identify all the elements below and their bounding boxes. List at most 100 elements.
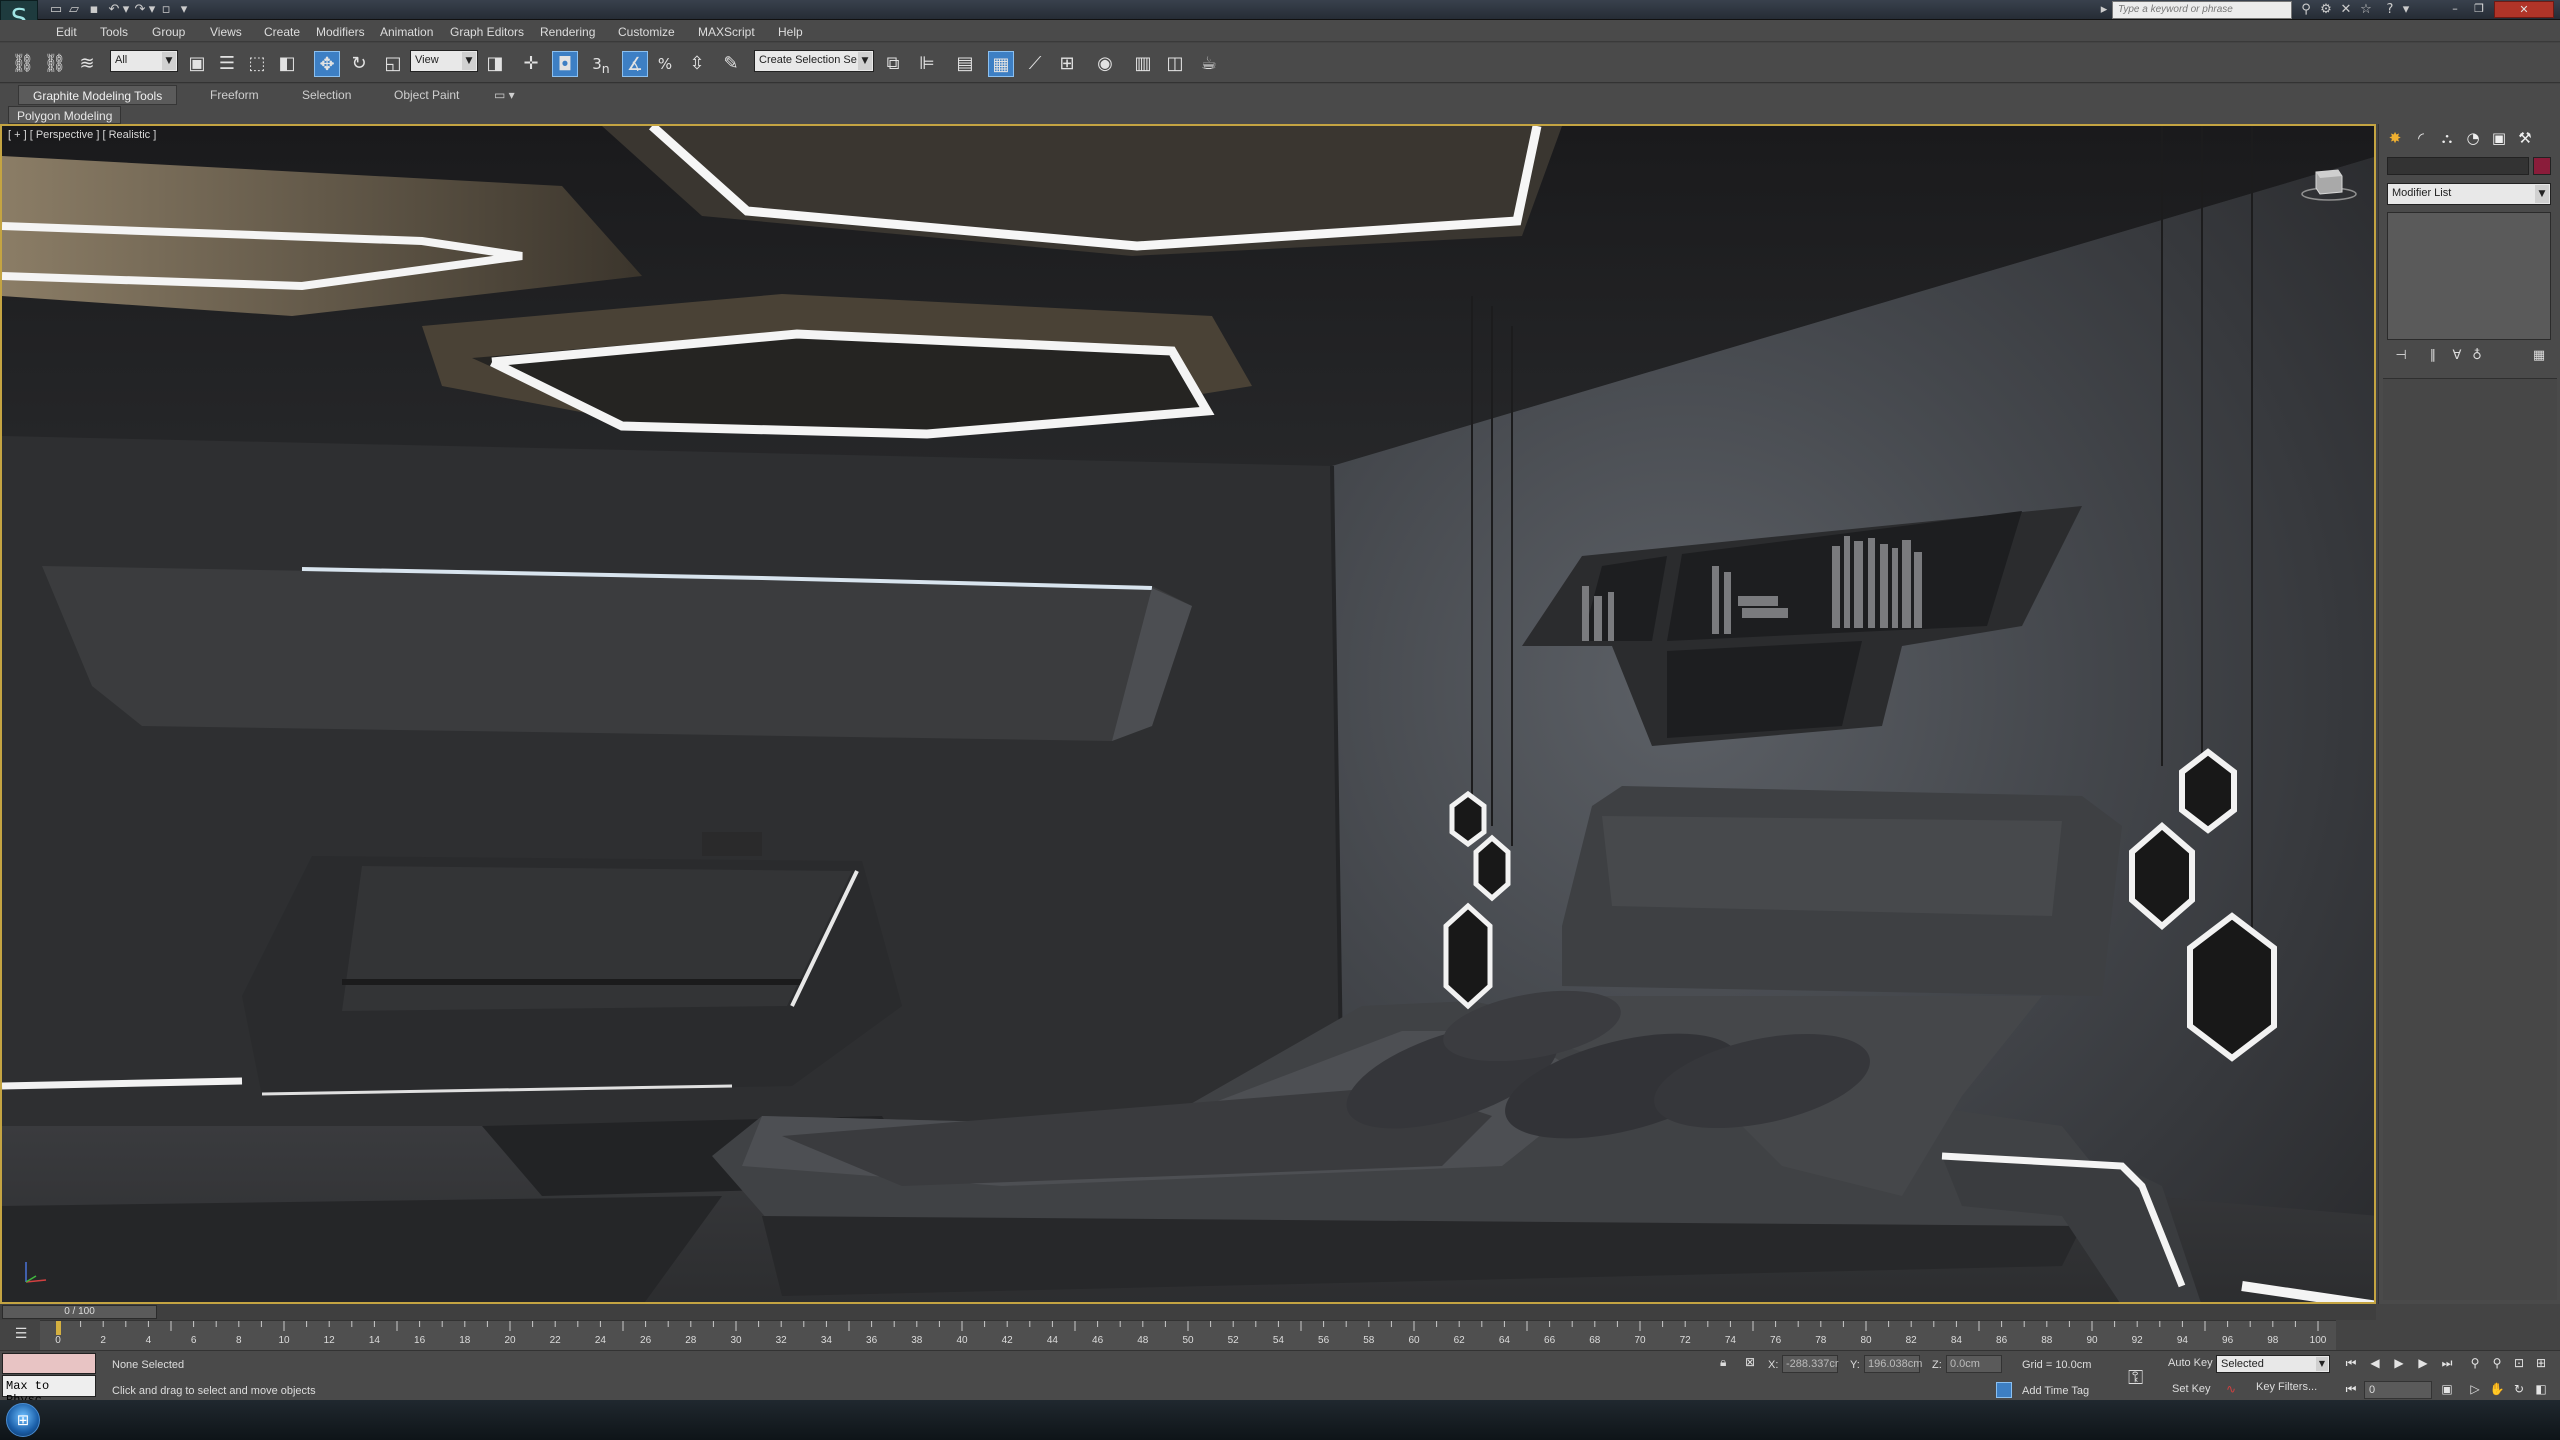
create-tab-icon[interactable]: ✸	[2383, 127, 2407, 149]
maxscript-listener-input[interactable]: Max to Physc	[2, 1375, 96, 1407]
reference-coordinate-dropdown[interactable]: View ▼	[410, 50, 478, 72]
trackbar[interactable]: 0 2 4 6 8 10 12 14 16 18 20 22 24 26 28 30 32 34 36 38 40 42 4…	[40, 1320, 2336, 1350]
maximize-viewport-icon[interactable]: ◧	[2530, 1379, 2552, 1399]
time-configuration-icon[interactable]: ▣	[2436, 1379, 2458, 1399]
named-selection-sets-dropdown[interactable]: Create Selection Se ▼	[754, 50, 874, 72]
play-icon[interactable]: ▶	[2388, 1353, 2410, 1373]
viewport-label[interactable]: [ + ] [ Perspective ] [ Realistic ]	[8, 129, 156, 141]
menu-edit[interactable]: Edit	[56, 25, 77, 39]
layer-manager-icon[interactable]: ▤	[952, 51, 978, 77]
window-crossing-icon[interactable]: ◧	[274, 51, 300, 77]
snaps-toggle-icon[interactable]: 3n	[588, 51, 614, 77]
key-selection-dropdown[interactable]: Selected ▼	[2216, 1355, 2330, 1373]
tab-object-paint[interactable]: Object Paint	[380, 85, 473, 105]
select-object-icon[interactable]: ▣	[184, 51, 210, 77]
menu-group[interactable]: Group	[152, 25, 185, 39]
windows-start-icon[interactable]: ⊞	[6, 1403, 40, 1437]
curve-editor-icon[interactable]: ⟋	[1022, 51, 1048, 77]
bind-to-space-warp-icon[interactable]: ≋	[74, 51, 100, 77]
modifier-stack[interactable]	[2387, 212, 2551, 340]
menu-views[interactable]: Views	[210, 25, 242, 39]
modify-tab-icon[interactable]: ◜	[2409, 127, 2433, 149]
modifier-list-dropdown[interactable]: Modifier List ▼	[2387, 183, 2551, 205]
communication-center-icon[interactable]: ✕	[2338, 2, 2354, 18]
key-filters-button[interactable]: Key Filters...	[2256, 1381, 2317, 1393]
previous-frame-icon[interactable]: ◀	[2364, 1353, 2386, 1373]
search-input[interactable]: Type a keyword or phrase	[2112, 1, 2292, 19]
pan-view-icon[interactable]: ✋	[2486, 1379, 2508, 1399]
add-time-tag-button[interactable]: Add Time Tag	[2022, 1385, 2089, 1397]
search-expand-icon[interactable]: ▸	[2096, 2, 2112, 18]
set-keys-icon[interactable]: ⚿	[2128, 1365, 2158, 1389]
render-production-icon[interactable]: ☕	[1196, 51, 1222, 77]
current-frame-field[interactable]: 0	[2364, 1381, 2432, 1399]
select-and-manipulate-icon[interactable]: ✛	[518, 51, 544, 77]
hierarchy-tab-icon[interactable]: ⛬	[2435, 127, 2459, 149]
show-end-result-icon[interactable]: ∥	[2421, 346, 2445, 366]
zoom-extents-icon[interactable]: ⊡	[2508, 1353, 2530, 1373]
select-and-move-icon[interactable]: ✥	[314, 51, 340, 77]
time-slider-thumb[interactable]: 0 / 100	[2, 1305, 157, 1319]
menu-customize[interactable]: Customize	[618, 25, 675, 39]
render-setup-icon[interactable]: ▥	[1130, 51, 1156, 77]
tab-freeform[interactable]: Freeform	[196, 85, 273, 105]
go-to-start-icon[interactable]: ⏮	[2340, 1353, 2362, 1373]
mirror-icon[interactable]: ⧉	[880, 51, 906, 77]
close-button[interactable]: ✕	[2494, 1, 2554, 18]
auto-key-button[interactable]: Auto Key	[2168, 1355, 2213, 1373]
pin-stack-icon[interactable]: ⊣	[2389, 346, 2413, 366]
spinner-snap-icon[interactable]: ⇳	[684, 51, 710, 77]
ribbon-options-icon[interactable]: ▭ ▾	[490, 85, 519, 105]
object-name-field[interactable]	[2387, 157, 2529, 175]
selection-filter-dropdown[interactable]: All ▼	[110, 50, 178, 72]
unlink-selection-icon[interactable]: ⛓	[42, 51, 68, 77]
orbit-icon[interactable]: ↻	[2508, 1379, 2530, 1399]
motion-tab-icon[interactable]: ◔	[2461, 127, 2485, 149]
edit-named-selection-icon[interactable]: ✎	[718, 51, 744, 77]
menu-rendering[interactable]: Rendering	[540, 25, 595, 39]
x-coordinate-field[interactable]: -288.337cr	[1782, 1355, 1839, 1373]
minimize-button[interactable]: –	[2444, 1, 2466, 18]
new-file-icon[interactable]: ▭	[48, 2, 64, 18]
field-of-view-icon[interactable]: ▷	[2464, 1379, 2486, 1399]
pivot-center-icon[interactable]: ◨	[482, 51, 508, 77]
remove-modifier-icon[interactable]: ♁	[2465, 346, 2489, 366]
restore-button[interactable]: ❐	[2468, 1, 2490, 18]
key-mode-curve-icon[interactable]: ∿	[2220, 1379, 2242, 1399]
configure-modifier-sets-icon[interactable]: ▦	[2527, 346, 2551, 366]
save-file-icon[interactable]: ▪	[86, 2, 102, 18]
material-editor-icon[interactable]: ◉	[1092, 51, 1118, 77]
binoculars-icon[interactable]: ⚲	[2298, 2, 2314, 18]
tab-selection[interactable]: Selection	[288, 85, 365, 105]
menu-help[interactable]: Help	[778, 25, 803, 39]
go-to-end-icon[interactable]: ⏭	[2436, 1353, 2458, 1373]
selection-lock-icon[interactable]: 🔒︎	[1720, 1355, 1736, 1371]
display-tab-icon[interactable]: ▣	[2487, 127, 2511, 149]
z-coordinate-field[interactable]: 0.0cm	[1946, 1355, 2002, 1373]
viewcube-icon[interactable]	[2300, 162, 2358, 202]
menu-maxscript[interactable]: MAXScript	[698, 25, 755, 39]
object-color-swatch[interactable]	[2533, 157, 2551, 175]
quick-access-dropdown-icon[interactable]: ▾	[176, 2, 192, 18]
menu-graph-editors[interactable]: Graph Editors	[450, 25, 524, 39]
next-frame-icon[interactable]: ▶	[2412, 1353, 2434, 1373]
graphite-ribbon-toggle-icon[interactable]: ▦	[988, 51, 1014, 77]
select-and-link-icon[interactable]: ⛓	[10, 51, 36, 77]
select-by-name-icon[interactable]: ☰	[214, 51, 240, 77]
zoom-icon[interactable]: ⚲	[2464, 1353, 2486, 1373]
perspective-viewport[interactable]: [ + ] [ Perspective ] [ Realistic ]	[0, 124, 2376, 1304]
favorites-star-icon[interactable]: ☆	[2358, 2, 2374, 18]
absolute-mode-icon[interactable]: ⊠	[1745, 1355, 1761, 1371]
angle-snap-icon[interactable]: ∡	[622, 51, 648, 77]
percent-snap-icon[interactable]: %	[652, 51, 678, 77]
menu-modifiers[interactable]: Modifiers	[316, 25, 365, 39]
project-folder-icon[interactable]: ▫	[158, 2, 174, 18]
set-key-button[interactable]: Set Key	[2172, 1381, 2211, 1399]
utilities-tab-icon[interactable]: ⚒	[2513, 127, 2537, 149]
keyboard-shortcut-override-icon[interactable]: ◘	[552, 51, 578, 77]
rendered-frame-window-icon[interactable]: ◫	[1162, 51, 1188, 77]
maxscript-listener-output[interactable]	[2, 1353, 96, 1374]
rectangular-selection-region-icon[interactable]: ⬚	[244, 51, 270, 77]
menu-tools[interactable]: Tools	[100, 25, 128, 39]
open-file-icon[interactable]: ▱	[66, 2, 82, 18]
